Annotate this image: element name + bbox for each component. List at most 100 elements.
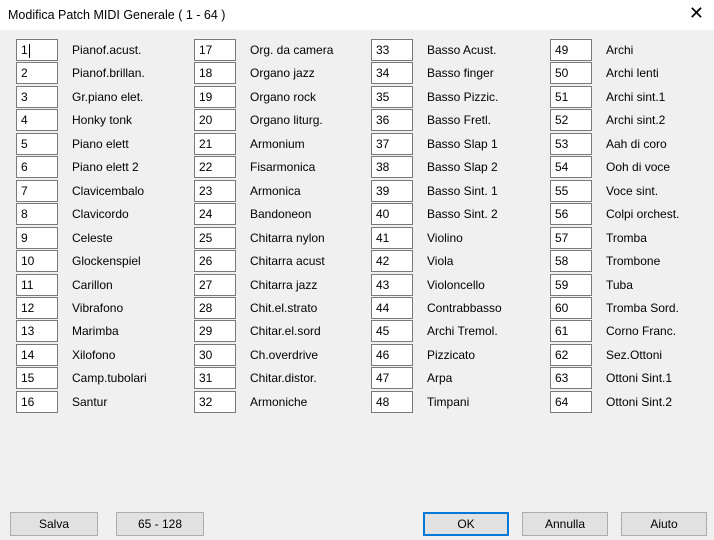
patch-number-field[interactable]: 57 [550, 227, 592, 249]
patch-number-field[interactable]: 4 [16, 109, 58, 131]
patch-number-field[interactable]: 25 [194, 227, 236, 249]
patch-number-field[interactable]: 63 [550, 367, 592, 389]
range-65-128-button[interactable]: 65 - 128 [116, 512, 204, 536]
patch-name-label: Basso finger [427, 66, 494, 80]
help-button[interactable]: Aiuto [621, 512, 707, 536]
patch-name-label: Trombone [606, 254, 661, 268]
patch-number-field[interactable]: 20 [194, 109, 236, 131]
patch-number-field[interactable]: 21 [194, 133, 236, 155]
patch-number-field[interactable]: 56 [550, 203, 592, 225]
patch-name-label: Armoniche [250, 395, 308, 409]
patch-number-field[interactable]: 19 [194, 86, 236, 108]
patch-number-field[interactable]: 59 [550, 274, 592, 296]
patch-name-label: Basso Sint. 2 [427, 207, 498, 221]
patch-number-field[interactable]: 18 [194, 62, 236, 84]
patch-number-field[interactable]: 32 [194, 391, 236, 413]
patch-number-field[interactable]: 38 [371, 156, 413, 178]
patch-name-label: Ooh di voce [606, 160, 671, 174]
patch-number-field[interactable]: 2 [16, 62, 58, 84]
patch-number-field[interactable]: 49 [550, 39, 592, 61]
patch-name-label: Ottoni Sint.1 [606, 371, 673, 385]
text-caret [28, 43, 30, 58]
patch-number-field[interactable]: 54 [550, 156, 592, 178]
patch-name-label: Arpa [427, 371, 453, 385]
patch-number-field[interactable]: 1 [16, 39, 58, 61]
patch-name-label: Armonica [250, 184, 301, 198]
patch-number-field[interactable]: 24 [194, 203, 236, 225]
patch-number-field[interactable]: 9 [16, 227, 58, 249]
patch-name-label: Viola [427, 254, 454, 268]
patch-number-field[interactable]: 42 [371, 250, 413, 272]
patch-name-label: Timpani [427, 395, 470, 409]
patch-number-field[interactable]: 8 [16, 203, 58, 225]
patch-name-label: Ottoni Sint.2 [606, 395, 673, 409]
patch-number-field[interactable]: 13 [16, 320, 58, 342]
patch-number-field[interactable]: 27 [194, 274, 236, 296]
patch-name-label: Corno Franc. [606, 324, 677, 338]
patch-name-label: Basso Fretl. [427, 113, 492, 127]
patch-number-field[interactable]: 29 [194, 320, 236, 342]
patch-name-label: Colpi orchest. [606, 207, 680, 221]
patch-number-field[interactable]: 14 [16, 344, 58, 366]
patch-number-field[interactable]: 62 [550, 344, 592, 366]
patch-number-field[interactable]: 37 [371, 133, 413, 155]
patch-name-label: Archi sint.1 [606, 90, 666, 104]
patch-name-label: Basso Pizzic. [427, 90, 499, 104]
patch-name-label: Piano elett [72, 137, 129, 151]
patch-number-field[interactable]: 6 [16, 156, 58, 178]
patch-number-field[interactable]: 40 [371, 203, 413, 225]
patch-name-label: Chit.el.strato [250, 301, 318, 315]
patch-number-field[interactable]: 31 [194, 367, 236, 389]
patch-name-label: Pianof.brillan. [72, 66, 145, 80]
patch-number-field[interactable]: 5 [16, 133, 58, 155]
patch-name-label: Violino [427, 231, 463, 245]
patch-number-field[interactable]: 22 [194, 156, 236, 178]
patch-number-field[interactable]: 10 [16, 250, 58, 272]
patch-name-label: Aah di coro [606, 137, 667, 151]
patch-number-field[interactable]: 44 [371, 297, 413, 319]
patch-number-field[interactable]: 43 [371, 274, 413, 296]
patch-name-label: Basso Sint. 1 [427, 184, 498, 198]
patch-number-field[interactable]: 55 [550, 180, 592, 202]
patch-number-field[interactable]: 28 [194, 297, 236, 319]
patch-number-field[interactable]: 3 [16, 86, 58, 108]
patch-name-label: Violoncello [427, 278, 485, 292]
patch-number-field[interactable]: 61 [550, 320, 592, 342]
patch-number-field[interactable]: 58 [550, 250, 592, 272]
patch-number-field[interactable]: 30 [194, 344, 236, 366]
patch-number-field[interactable]: 15 [16, 367, 58, 389]
patch-number-field[interactable]: 33 [371, 39, 413, 61]
ok-button[interactable]: OK [423, 512, 509, 536]
patch-number-field[interactable]: 26 [194, 250, 236, 272]
patch-number-field[interactable]: 46 [371, 344, 413, 366]
patch-number-field[interactable]: 47 [371, 367, 413, 389]
patch-name-label: Vibrafono [72, 301, 124, 315]
patch-number-field[interactable]: 52 [550, 109, 592, 131]
patch-name-label: Archi sint.2 [606, 113, 666, 127]
patch-number-field[interactable]: 16 [16, 391, 58, 413]
patch-number-field[interactable]: 41 [371, 227, 413, 249]
patch-number-field[interactable]: 17 [194, 39, 236, 61]
patch-name-label: Piano elett 2 [72, 160, 139, 174]
patch-number-field[interactable]: 45 [371, 320, 413, 342]
close-icon[interactable]: ✕ [689, 4, 704, 22]
patch-number-field[interactable]: 35 [371, 86, 413, 108]
cancel-button[interactable]: Annulla [522, 512, 608, 536]
patch-number-field[interactable]: 12 [16, 297, 58, 319]
patch-number-field[interactable]: 11 [16, 274, 58, 296]
patch-number-field[interactable]: 39 [371, 180, 413, 202]
patch-number-field[interactable]: 7 [16, 180, 58, 202]
patch-number-field[interactable]: 36 [371, 109, 413, 131]
patch-name-label: Basso Acust. [427, 43, 497, 57]
patch-number-field[interactable]: 48 [371, 391, 413, 413]
patch-number-field[interactable]: 51 [550, 86, 592, 108]
patch-number-field[interactable]: 53 [550, 133, 592, 155]
patch-number-field[interactable]: 64 [550, 391, 592, 413]
patch-number-field[interactable]: 60 [550, 297, 592, 319]
patch-name-label: Chitarra nylon [250, 231, 325, 245]
patch-number-field[interactable]: 34 [371, 62, 413, 84]
patch-number-field[interactable]: 50 [550, 62, 592, 84]
title-bar: Modifica Patch MIDI Generale ( 1 - 64 ) … [0, 0, 714, 30]
save-button[interactable]: Salva [10, 512, 98, 536]
patch-number-field[interactable]: 23 [194, 180, 236, 202]
